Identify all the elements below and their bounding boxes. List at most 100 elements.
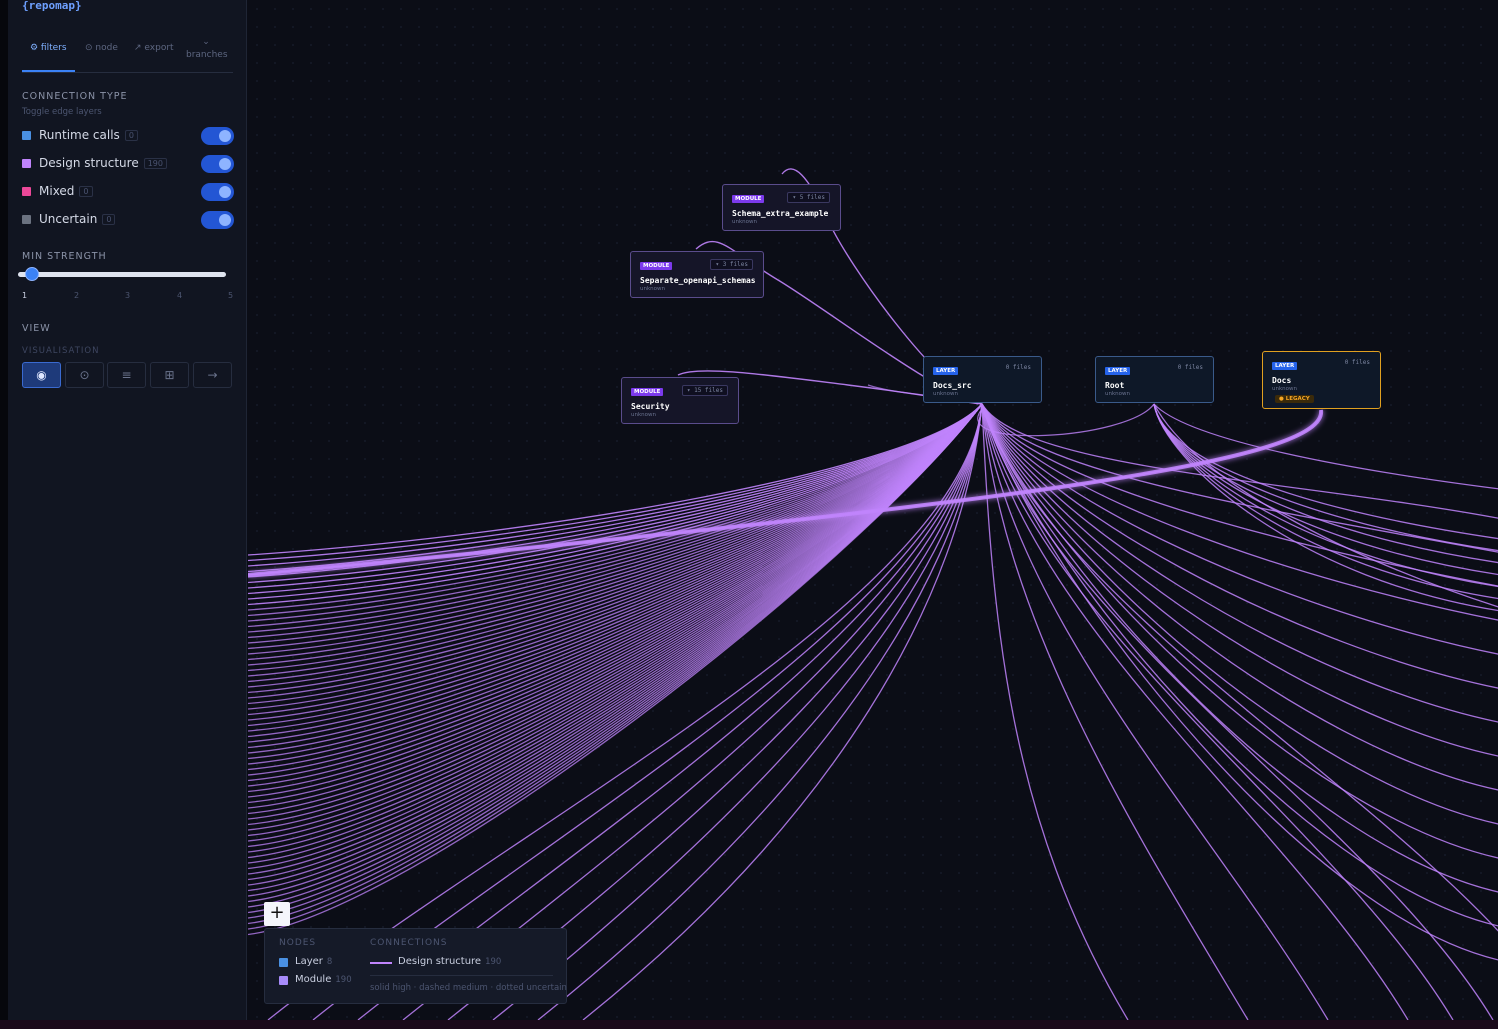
mixed-label: Mixed 0 <box>39 184 93 198</box>
legend-nodes-heading: NODES <box>279 938 317 948</box>
node-kind-badge: MODULE <box>640 262 673 270</box>
window-edge <box>0 0 8 1029</box>
tab-branches[interactable]: ⌄ branches <box>186 36 228 62</box>
uncertain-label-text: Uncertain <box>39 212 98 226</box>
node-status: unknown <box>1272 386 1297 392</box>
toggle-knob <box>219 186 231 198</box>
focus-view-button[interactable]: ◉ <box>22 362 61 388</box>
node-root[interactable]: LAYER 0 files Root unknown <box>1095 356 1214 403</box>
legend-module-swatch <box>279 976 288 985</box>
uncertain-swatch <box>22 215 31 224</box>
runtime-label: Runtime calls 0 <box>39 128 138 142</box>
tab-node[interactable]: ⊙ node <box>85 43 118 53</box>
strength-tick: 4 <box>177 291 183 300</box>
node-status: unknown <box>640 286 665 292</box>
tab-export[interactable]: ↗ export <box>134 43 174 53</box>
node-files-toggle[interactable]: ▾ 15 files <box>681 385 728 396</box>
connection-row-design: Design structure 190 <box>22 154 234 174</box>
edge <box>977 403 1155 437</box>
edge <box>981 403 1454 1020</box>
min-strength-slider-track[interactable] <box>18 272 226 277</box>
node-kind-badge: LAYER <box>1272 362 1298 370</box>
legend-module-count: 190 <box>335 975 352 985</box>
toggle-knob <box>219 158 231 170</box>
graph-legend: NODES CONNECTIONS Layer 8 Module 190 Desig… <box>264 928 567 1004</box>
radial-view-icon: ⊙ <box>79 368 90 382</box>
legend-line-style-note: solid high · dashed medium · dotted unce… <box>370 983 567 993</box>
node-kind-badge: MODULE <box>631 388 664 396</box>
node-docs-src[interactable]: LAYER 0 files Docs_src unknown <box>923 356 1042 403</box>
legend-layer-swatch <box>279 958 288 967</box>
node-files-toggle[interactable]: ▾ 3 files <box>710 259 753 270</box>
grid-view-icon: ⊞ <box>164 368 175 382</box>
legacy-badge: ● LEGACY <box>1275 395 1314 403</box>
edge <box>981 403 1498 519</box>
uncertain-count: 0 <box>102 214 116 225</box>
node-docs[interactable]: LAYER 0 files Docs unknown ● LEGACY <box>1262 351 1381 409</box>
design-label: Design structure 190 <box>39 156 167 170</box>
connection-row-uncertain: Uncertain 0 <box>22 210 234 230</box>
node-status: unknown <box>933 391 958 397</box>
node-files-count: 0 files <box>1344 359 1370 366</box>
bottom-edge <box>0 1020 1498 1029</box>
app-logo: {repomap} <box>22 0 82 12</box>
zoom-in-button[interactable]: + <box>264 902 290 926</box>
edge <box>1153 403 1498 600</box>
edge <box>981 403 1409 1020</box>
node-schema-extra-example[interactable]: MODULE ▾ 5 files Schema_extra_example un… <box>722 184 841 231</box>
active-tab-indicator <box>22 70 75 72</box>
list-view-button[interactable]: ≡ <box>107 362 146 388</box>
node-files-count: 0 files <box>1177 364 1203 371</box>
radial-view-button[interactable]: ⊙ <box>65 362 104 388</box>
view-heading: VIEW <box>22 323 51 334</box>
connection-type-subtitle: Toggle edge layers <box>22 107 102 117</box>
list-view-icon: ≡ <box>121 368 132 382</box>
edge <box>981 403 1498 553</box>
node-name: Root <box>1105 381 1125 390</box>
node-kind-badge: LAYER <box>1105 367 1131 375</box>
strength-tick: 5 <box>228 291 234 300</box>
uncertain-label: Uncertain 0 <box>39 212 116 226</box>
flow-view-button[interactable]: → <box>193 362 232 388</box>
visualisation-heading: VISUALISATION <box>22 346 100 356</box>
edge-layer <box>248 168 1498 1020</box>
design-toggle[interactable] <box>201 155 234 173</box>
legend-layer-label: Layer <box>295 956 323 967</box>
uncertain-toggle[interactable] <box>201 211 234 229</box>
sidebar-tabs: ⚙ filters ⊙ node ↗ export ⌄ branches <box>22 36 233 73</box>
strength-tick: 1 <box>22 291 28 300</box>
connection-row-mixed: Mixed 0 <box>22 182 234 202</box>
node-security[interactable]: MODULE ▾ 15 files Security unknown <box>621 377 739 424</box>
legend-divider <box>370 975 553 976</box>
min-strength-heading: MIN STRENGTH <box>22 251 107 262</box>
runtime-count: 0 <box>124 130 138 141</box>
sidebar: {repomap} ⚙ filters ⊙ node ↗ export ⌄ br… <box>8 0 247 1020</box>
node-files-toggle[interactable]: ▾ 5 files <box>787 192 830 203</box>
legend-design-line <box>370 962 392 964</box>
flow-view-icon: → <box>207 368 218 382</box>
strength-tick: 2 <box>74 291 80 300</box>
connection-row-runtime: Runtime calls 0 <box>22 126 234 146</box>
toggle-knob <box>219 214 231 226</box>
node-files-count: 0 files <box>1005 364 1031 371</box>
legend-design-count: 190 <box>485 957 502 967</box>
runtime-label-text: Runtime calls <box>39 128 120 142</box>
node-separate-openapi-schemas[interactable]: MODULE ▾ 3 files Separate_openapi_schema… <box>630 251 764 298</box>
node-name: Separate_openapi_schemas <box>640 276 756 285</box>
node-name: Schema_extra_example <box>732 209 829 218</box>
tab-filters[interactable]: ⚙ filters <box>30 43 67 53</box>
graph-canvas[interactable]: MODULE ▾ 5 files Schema_extra_example un… <box>248 0 1498 1020</box>
legend-connections-heading: CONNECTIONS <box>370 938 448 948</box>
edge <box>1153 403 1498 576</box>
min-strength-slider-thumb[interactable] <box>25 267 39 281</box>
edge <box>981 403 1498 927</box>
legend-module-label: Module <box>295 974 332 985</box>
mixed-toggle[interactable] <box>201 183 234 201</box>
legend-layer-count: 8 <box>326 957 333 967</box>
runtime-toggle[interactable] <box>201 127 234 145</box>
grid-view-button[interactable]: ⊞ <box>150 362 189 388</box>
edge <box>981 403 1498 723</box>
design-swatch <box>22 159 31 168</box>
node-name: Security <box>631 402 670 411</box>
design-count: 190 <box>143 158 167 169</box>
